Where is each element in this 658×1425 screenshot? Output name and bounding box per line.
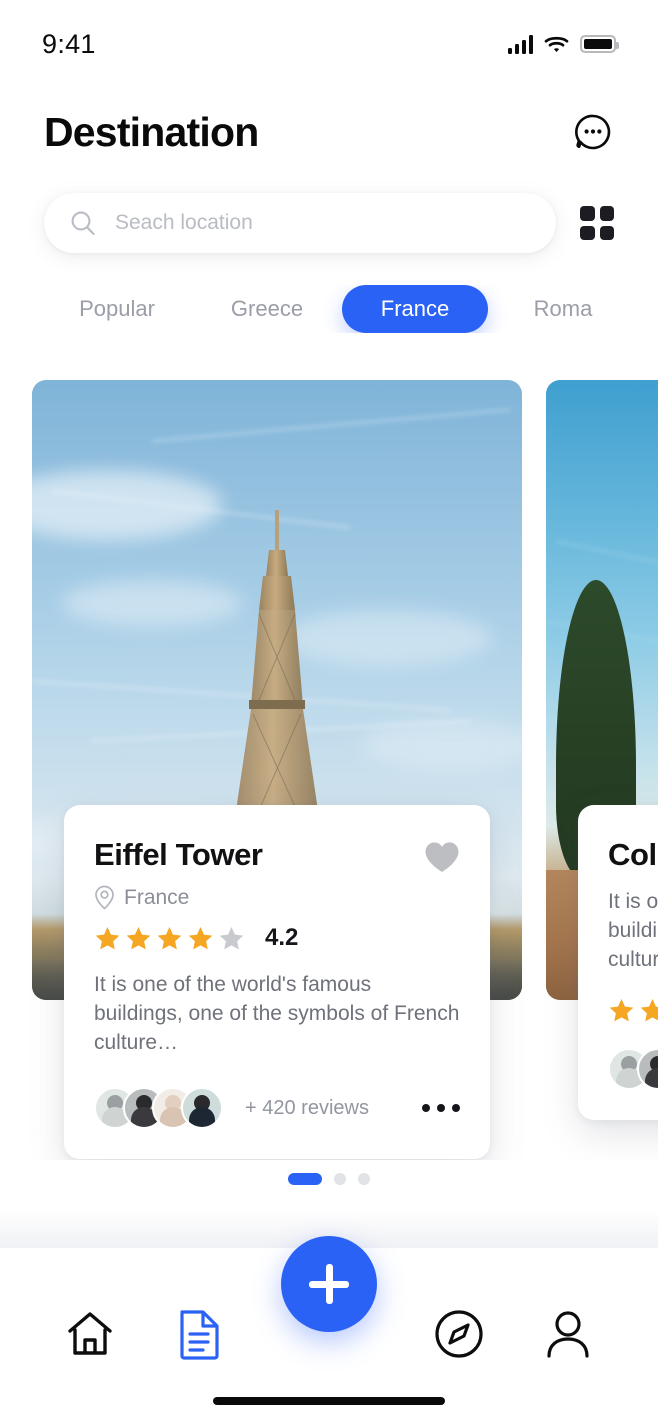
card-title-row: Eiffel Tower [94,837,460,873]
star-icon-empty [219,926,244,949]
add-button-fab[interactable] [281,1236,377,1332]
avatar [181,1087,223,1129]
reviews-count[interactable]: + 420 reviews [245,1097,369,1120]
heart-icon[interactable] [424,841,460,873]
card-rating: 4.2 [94,924,460,952]
home-icon [68,1312,112,1355]
reviewer-avatars[interactable] [608,1048,658,1090]
plus-icon [309,1280,349,1288]
destination-card[interactable]: Eiffel Tower France 4.2 It is one of the… [64,805,490,1159]
card-footer: + 380 reviews [608,1048,658,1090]
tab-france[interactable]: France [342,285,488,333]
tab-greece[interactable]: Greece [192,296,342,322]
card-title: Eiffel Tower [94,837,263,872]
star-icon-filled [126,926,151,949]
category-tabs: Popular Greece France Roma Japan [0,285,658,333]
search-icon [71,211,95,235]
reviewer-avatars[interactable] [94,1087,223,1129]
map-pin-icon [95,885,114,910]
tab-roma[interactable]: Roma [488,296,638,322]
search-row [0,193,658,253]
destination-slide[interactable]: Colosseum It is one of the world's famou… [546,380,658,1120]
star-icon-filled [609,998,634,1021]
star-icon-filled [157,926,182,949]
nav-item-explore[interactable] [431,1306,487,1362]
battery-icon [580,35,619,53]
status-icons-group [507,34,619,54]
card-description: It is one of the world's famous building… [608,890,658,971]
page-title: Destination [44,108,259,155]
person-icon [547,1311,589,1358]
tab-popular[interactable]: Popular [42,296,192,322]
star-icon-filled [188,926,213,949]
card-location: France [94,885,460,910]
compass-icon [434,1310,483,1358]
destination-carousel[interactable]: Eiffel Tower France 4.2 It is one of the… [0,380,658,1160]
card-rating: 4.5 [608,996,658,1024]
signal-icon [507,34,533,54]
search-input[interactable] [115,211,530,235]
search-bar[interactable] [44,193,556,253]
destination-slide[interactable]: Eiffel Tower France 4.2 It is one of the… [32,380,522,1159]
tab-japan[interactable]: Japan [638,296,658,322]
star-icon-filled [640,998,658,1021]
document-icon [179,1310,219,1360]
nav-item-home[interactable] [62,1306,118,1362]
star-icon-filled [95,926,120,949]
pagination-dot[interactable] [334,1173,346,1185]
nav-item-profile[interactable] [540,1306,596,1362]
rating-value: 4.2 [265,924,299,951]
card-footer: + 420 reviews [94,1087,460,1129]
card-title-row: Colosseum [608,837,658,873]
home-indicator [213,1397,445,1405]
grid-view-icon[interactable] [580,206,614,240]
wifi-icon [544,36,569,52]
more-horizontal-icon[interactable] [422,1104,460,1112]
destination-card[interactable]: Colosseum It is one of the world's famou… [578,805,658,1120]
status-bar: 9:41 [0,0,658,80]
card-title: Colosseum [608,837,658,872]
card-location-text: France [124,885,190,909]
nav-item-documents[interactable] [172,1306,228,1362]
pagination-dot-active[interactable] [288,1173,322,1185]
chat-bubble-dots-icon[interactable] [572,111,614,153]
carousel-pagination [0,1173,658,1185]
pagination-dot[interactable] [358,1173,370,1185]
card-description: It is one of the world's famous building… [94,973,460,1054]
status-time: 9:41 [42,28,96,59]
page-header: Destination [0,97,658,167]
